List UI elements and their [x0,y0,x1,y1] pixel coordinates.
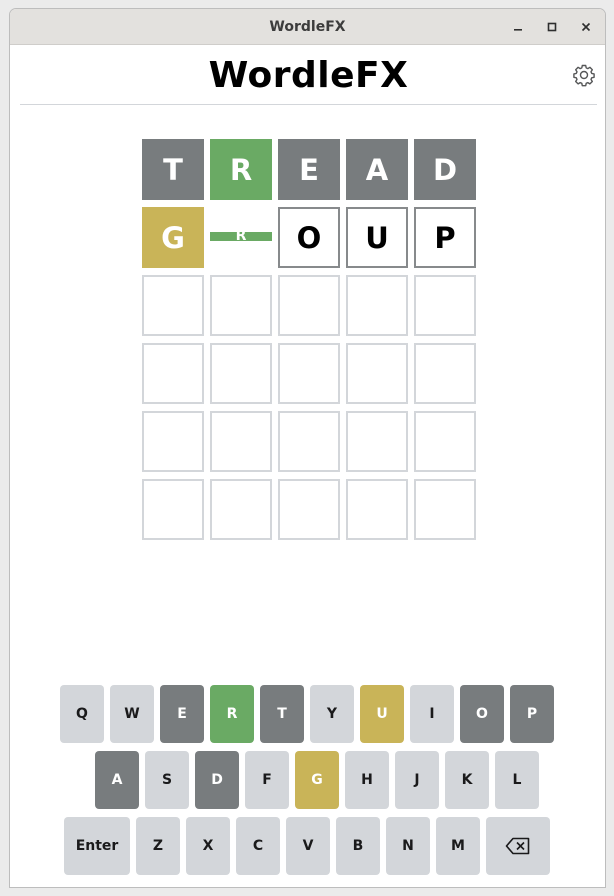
letter-tile [414,343,476,404]
key-x[interactable]: X [186,817,230,875]
game-board: TREADGROUP [142,139,476,547]
letter-tile [414,411,476,472]
letter-tile: U [346,207,408,268]
gear-icon [573,64,595,87]
key-y[interactable]: Y [310,685,354,743]
key-p[interactable]: P [510,685,554,743]
letter-tile [142,411,204,472]
letter-tile [142,479,204,540]
minimize-button[interactable] [508,17,528,37]
letter-tile [278,479,340,540]
letter-tile [210,411,272,472]
letter-tile: R [210,139,272,200]
backspace-key[interactable] [486,817,550,875]
key-v[interactable]: V [286,817,330,875]
app-header: WordleFX [20,45,597,105]
board-row [142,275,476,336]
letter-tile [346,275,408,336]
letter-tile [210,275,272,336]
letter-tile [414,275,476,336]
letter-tile: G [142,207,204,268]
app-title: WordleFX [208,55,409,96]
letter-tile: A [346,139,408,200]
maximize-icon [547,22,557,32]
letter-tile: O [278,207,340,268]
letter-tile [278,275,340,336]
close-icon [581,22,591,32]
flipping-tile-letter: R [210,232,272,241]
board-row: TREAD [142,139,476,200]
board-row: GROUP [142,207,476,268]
key-r[interactable]: R [210,685,254,743]
minimize-icon [514,29,522,31]
title-bar[interactable]: WordleFX [10,9,605,45]
letter-tile [278,411,340,472]
maximize-button[interactable] [542,17,562,37]
key-z[interactable]: Z [136,817,180,875]
key-i[interactable]: I [410,685,454,743]
backspace-icon [505,837,530,855]
letter-tile: P [414,207,476,268]
letter-tile: R [210,207,272,268]
letter-tile: E [278,139,340,200]
letter-tile [210,479,272,540]
key-j[interactable]: J [395,751,439,809]
key-m[interactable]: M [436,817,480,875]
key-b[interactable]: B [336,817,380,875]
letter-tile: D [414,139,476,200]
enter-key[interactable]: Enter [64,817,130,875]
board-row [142,343,476,404]
key-k[interactable]: K [445,751,489,809]
key-h[interactable]: H [345,751,389,809]
key-d[interactable]: D [195,751,239,809]
key-l[interactable]: L [495,751,539,809]
letter-tile [414,479,476,540]
key-s[interactable]: S [145,751,189,809]
letter-tile [142,343,204,404]
key-c[interactable]: C [236,817,280,875]
letter-tile: T [142,139,204,200]
letter-tile [346,411,408,472]
letter-tile [346,343,408,404]
key-w[interactable]: W [110,685,154,743]
board-row [142,411,476,472]
key-u[interactable]: U [360,685,404,743]
letter-tile [346,479,408,540]
board-row [142,479,476,540]
settings-button[interactable] [572,63,596,87]
letter-tile [142,275,204,336]
key-f[interactable]: F [245,751,289,809]
key-g[interactable]: G [295,751,339,809]
key-o[interactable]: O [460,685,504,743]
close-button[interactable] [576,17,596,37]
key-n[interactable]: N [386,817,430,875]
key-t[interactable]: T [260,685,304,743]
app-window: WordleFX WordleFX TREADGROUP QWERTYUIOPA… [9,8,606,888]
key-a[interactable]: A [95,751,139,809]
key-e[interactable]: E [160,685,204,743]
letter-tile [278,343,340,404]
key-q[interactable]: Q [60,685,104,743]
letter-tile [210,343,272,404]
